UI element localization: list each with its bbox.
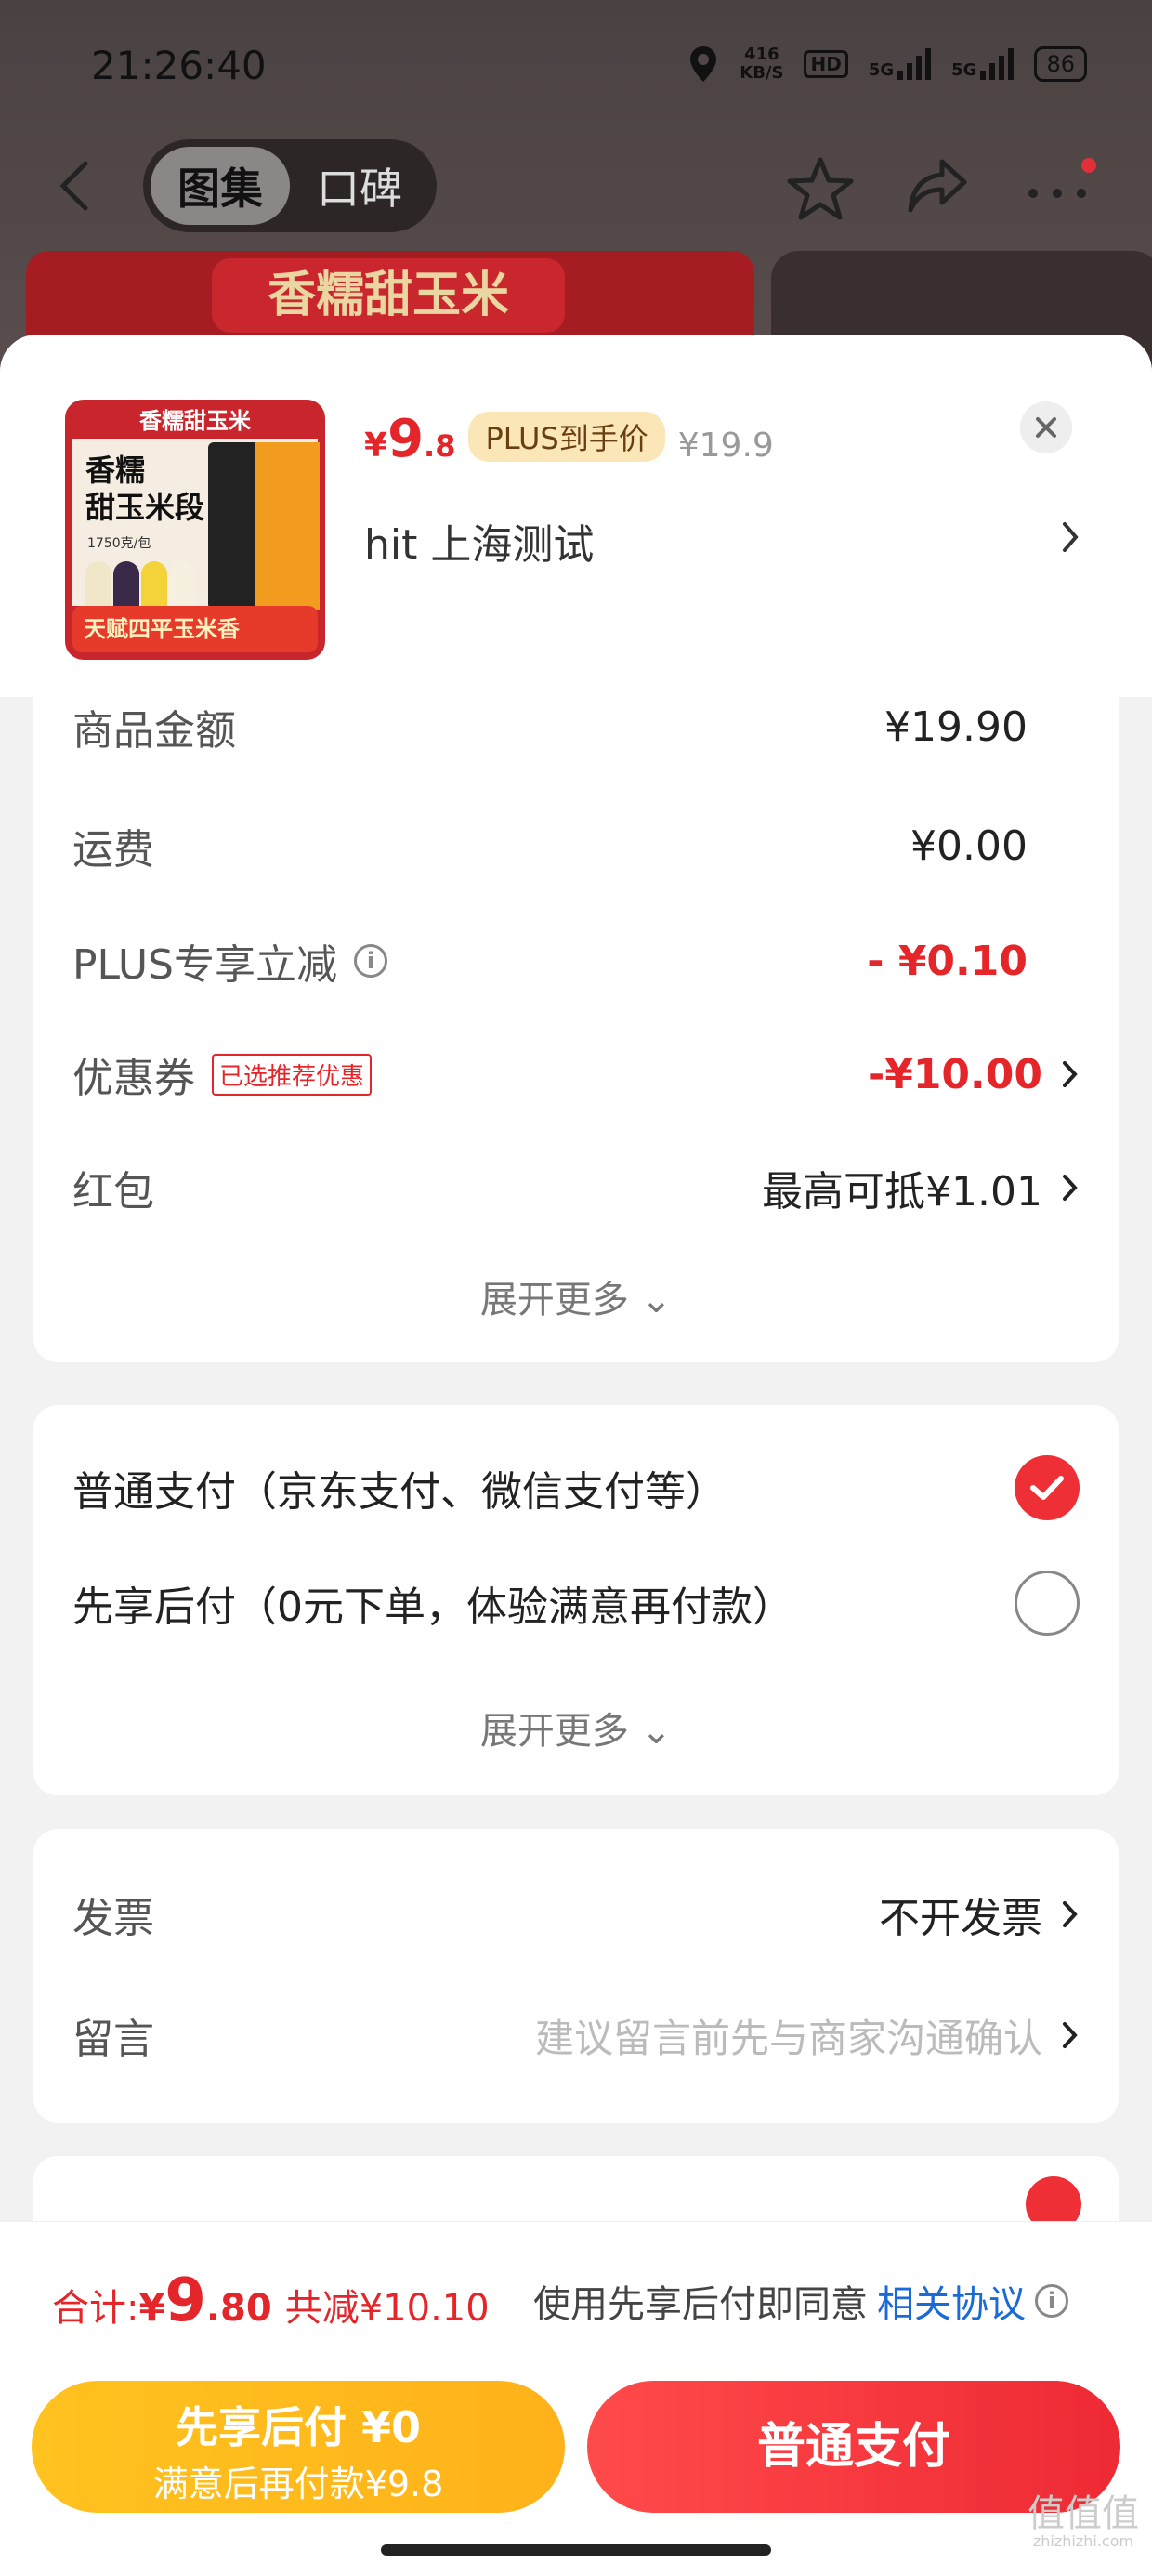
back-arrow-icon[interactable] xyxy=(56,158,93,214)
info-icon[interactable]: i xyxy=(1035,2284,1068,2318)
cost-row-subtotal: 商品金额 ¥19.90 xyxy=(72,703,1028,756)
thumb-slogan: 天赋四平玉米香 xyxy=(72,606,318,652)
background-page: 21:26:40 416 KB/S HD 5G 5G 86 图集 口碑 香糯甜玉米 xyxy=(0,0,1152,390)
battery-icon: 86 xyxy=(1034,46,1087,82)
cost-card: 商品金额 ¥19.90 运费 ¥0.00 PLUS专享立减 i - ¥0.10 优… xyxy=(33,678,1119,1362)
plus-price-badge: PLUS到手价 xyxy=(468,412,665,462)
original-price: ¥19.9 xyxy=(677,427,774,465)
cost-row-red-packet[interactable]: 红包 最高可抵¥1.01 xyxy=(72,1160,1080,1216)
order-total: 合计: ¥ 9 .80 共减¥10.10 xyxy=(52,2267,490,2335)
home-indicator xyxy=(381,2544,771,2556)
status-bar: 21:26:40 416 KB/S HD 5G 5G 86 xyxy=(0,37,1152,102)
share-icon[interactable] xyxy=(905,156,970,216)
expand-more-payment[interactable]: 展开更多 ⌄ xyxy=(33,1701,1119,1755)
product-summary: 香糯甜玉米 香糯 甜玉米段 1750克/包 天赋四平玉米香 ¥9.8 PLUS到… xyxy=(0,335,1152,697)
top-nav: 图集 口碑 xyxy=(0,139,1152,232)
cost-row-shipping: 运费 ¥0.00 xyxy=(72,821,1028,874)
thumb-name: 香糯 甜玉米段 xyxy=(85,453,205,525)
shipping-address[interactable]: hit 上海测试 xyxy=(364,511,594,571)
thumb-spec: 1750克/包 xyxy=(87,536,151,551)
chevron-down-icon: ⌄ xyxy=(640,1710,673,1753)
tab-gallery[interactable]: 图集 xyxy=(151,147,290,225)
payment-option-normal[interactable]: 普通支付（京东支付、微信支付等） xyxy=(72,1446,1080,1530)
invoice-row[interactable]: 发票 不开发票 xyxy=(72,1886,1080,1942)
cost-row-coupon[interactable]: 优惠券 已选推荐优惠 -¥10.00 xyxy=(72,1046,1080,1102)
star-icon[interactable] xyxy=(786,156,855,221)
checkbox-checked-icon[interactable] xyxy=(1015,1455,1080,1520)
coupon-tag: 已选推荐优惠 xyxy=(212,1053,373,1096)
price-row: ¥9.8 PLUS到手价 ¥19.9 xyxy=(364,409,774,469)
view-switch: 图集 口碑 xyxy=(143,139,437,232)
pay-later-button[interactable]: 先享后付 ¥0 满意后再付款¥9.8 xyxy=(32,2381,565,2513)
signal-icon-2: 5G xyxy=(951,48,1015,80)
note-row[interactable]: 留言 建议留言前先与商家沟通确认 xyxy=(72,2007,1080,2063)
extras-card: 发票 不开发票 留言 建议留言前先与商家沟通确认 xyxy=(33,1829,1119,2123)
current-price: ¥9.8 xyxy=(364,409,456,469)
chevron-right-icon xyxy=(1063,1061,1078,1087)
agreement-text: 使用先享后付即同意 相关协议 i xyxy=(533,2274,1068,2328)
cost-row-plus-discount: PLUS专享立减 i - ¥0.10 xyxy=(72,937,1028,990)
chevron-right-icon xyxy=(1063,1901,1078,1927)
product-bag xyxy=(208,442,320,610)
tab-reviews[interactable]: 口碑 xyxy=(290,155,429,217)
more-icon[interactable] xyxy=(1022,156,1096,216)
action-bar: 先享后付 ¥0 满意后再付款¥9.8 普通支付 值值值 zhizhizhi.com xyxy=(0,2370,1152,2576)
payment-card: 普通支付（京东支付、微信支付等） 先享后付（0元下单，体验满意再付款） 展开更多… xyxy=(33,1405,1119,1795)
thumb-top-label: 香糯甜玉米 xyxy=(139,408,251,434)
total-discount: 共减¥10.10 xyxy=(284,2287,490,2330)
chevron-right-icon xyxy=(1063,2022,1078,2048)
banner-title: 香糯甜玉米 xyxy=(212,258,565,333)
product-thumbnail: 香糯甜玉米 香糯 甜玉米段 1750克/包 天赋四平玉米香 xyxy=(65,400,325,660)
watermark: 值值值 zhizhizhi.com xyxy=(1028,2492,1139,2550)
location-icon xyxy=(690,46,717,82)
signal-icon: 5G xyxy=(869,48,932,80)
chevron-right-icon[interactable] xyxy=(1059,517,1081,558)
close-icon[interactable] xyxy=(1020,401,1072,453)
net-speed: 416 KB/S xyxy=(740,45,784,83)
info-icon[interactable]: i xyxy=(354,944,387,978)
hd-icon: HD xyxy=(804,50,848,78)
agreement-link[interactable]: 相关协议 xyxy=(877,2274,1026,2328)
chevron-down-icon: ⌄ xyxy=(640,1279,673,1321)
status-time: 21:26:40 xyxy=(91,43,267,88)
payment-option-pay-later[interactable]: 先享后付（0元下单，体验满意再付款） xyxy=(72,1561,1080,1645)
expand-more-costs[interactable]: 展开更多 ⌄ xyxy=(33,1269,1119,1323)
checkbox-unchecked-icon[interactable] xyxy=(1015,1571,1080,1636)
order-summary-bar: 合计: ¥ 9 .80 共减¥10.10 使用先享后付即同意 相关协议 i xyxy=(0,2221,1152,2370)
chevron-right-icon xyxy=(1063,1175,1078,1201)
